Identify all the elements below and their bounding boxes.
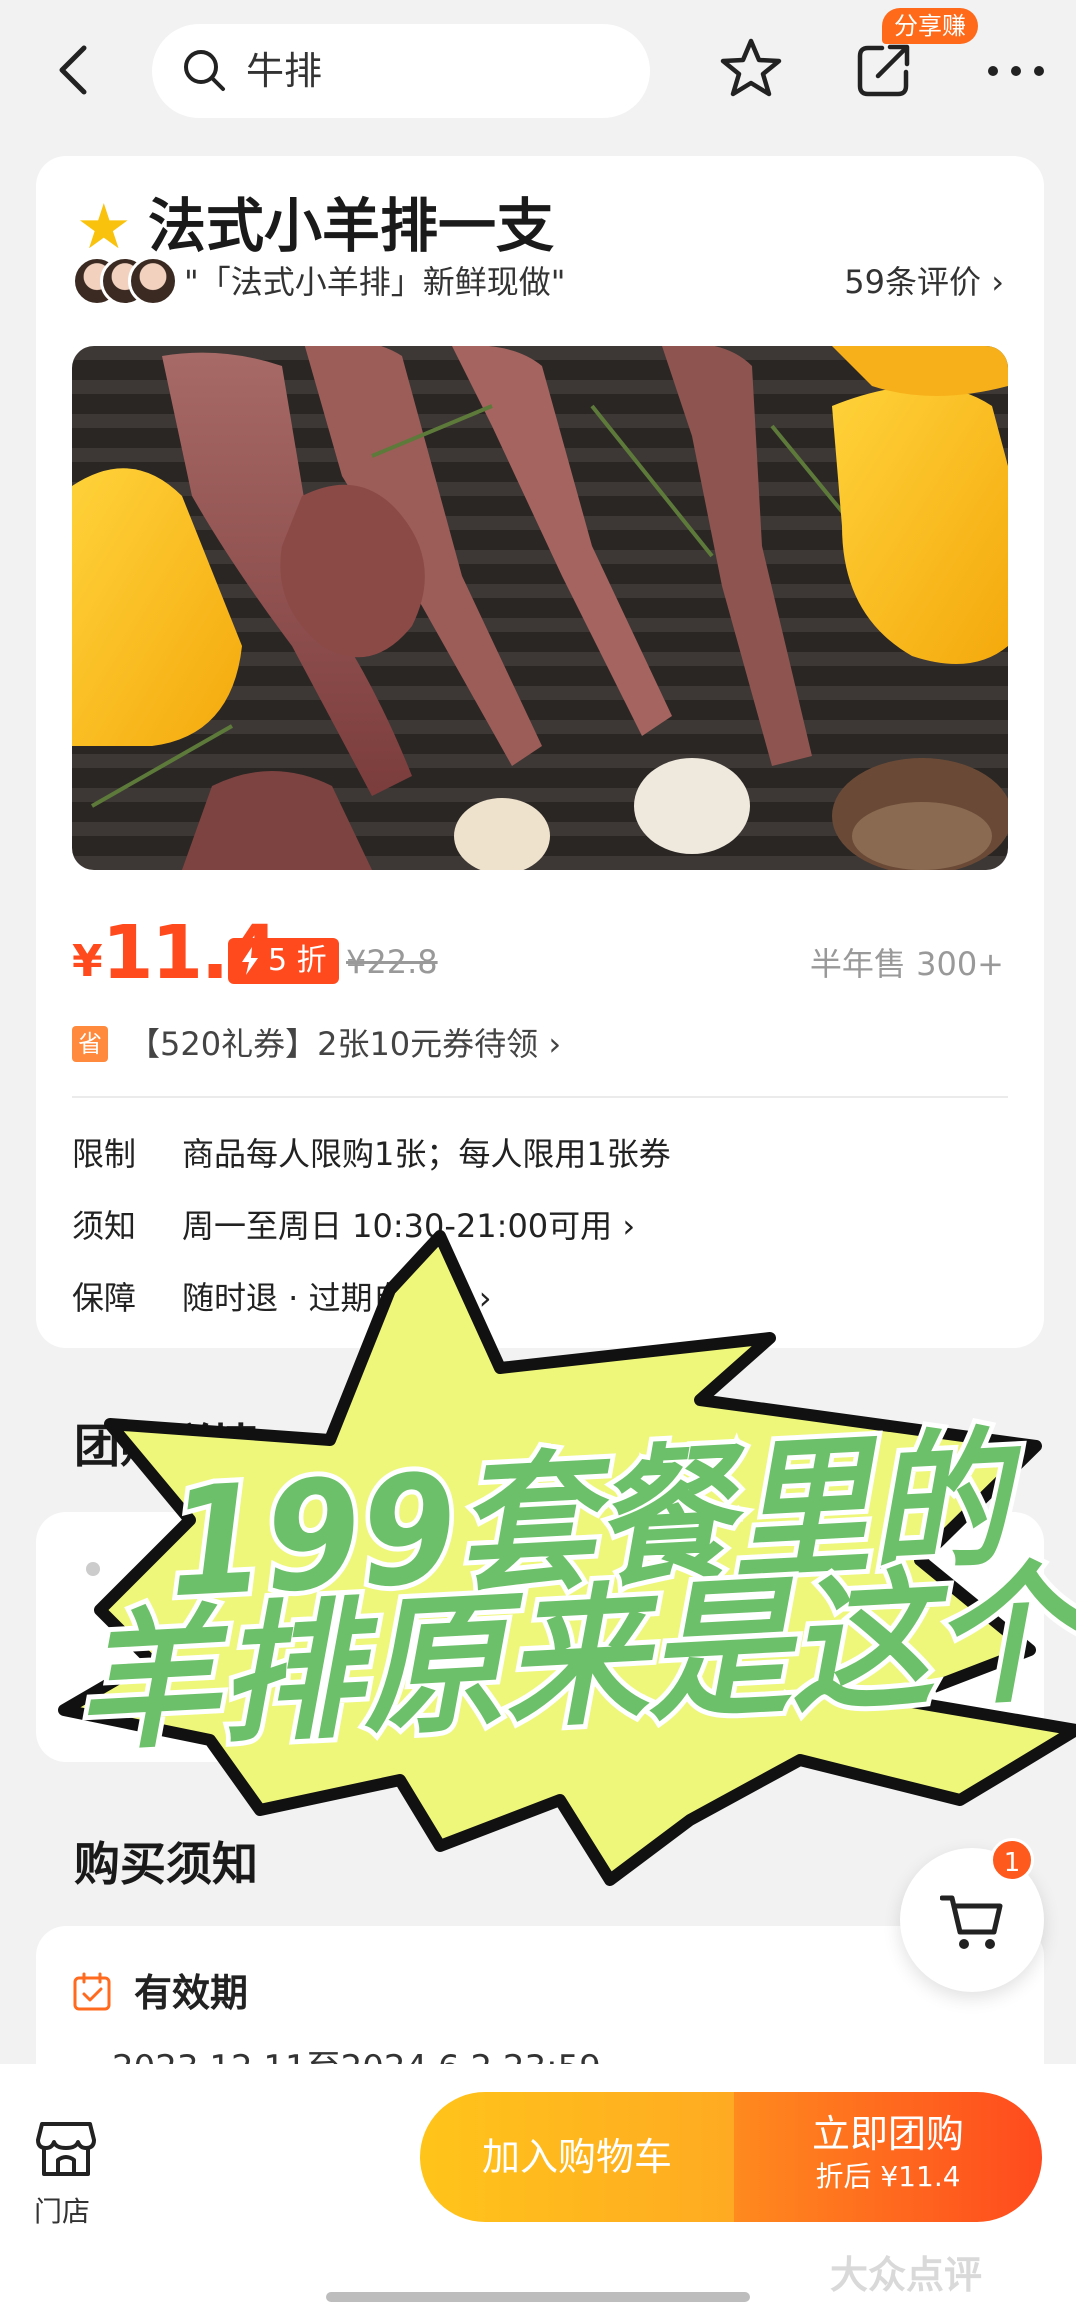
add-to-cart-button[interactable]: 加入购物车: [420, 2092, 734, 2222]
divider: [72, 1096, 1008, 1098]
rule-label-guarantee: 保障: [72, 1279, 137, 1317]
product-photo[interactable]: [72, 346, 1008, 870]
avatar: [128, 256, 178, 306]
buy-now-label: 立即团购: [811, 2112, 964, 2156]
notice-section-title: 购买须知: [74, 1837, 258, 1891]
package-card: [36, 1512, 1044, 1762]
buy-now-button[interactable]: 立即团购 折后 ¥11.4: [734, 2092, 1042, 2222]
down-arrow-icon: [242, 947, 258, 975]
rule-value-limit: 商品每人限购1张；每人限用1张券: [182, 1135, 671, 1173]
product-card: ★ 法式小羊排一支 "「法式小羊排」新鲜现做" 59条评价 › ¥ 11.4 5…: [36, 156, 1044, 1348]
calendar-icon: [73, 1972, 111, 2011]
more-icon[interactable]: [986, 64, 1046, 78]
buy-now-price: 折后 ¥11.4: [815, 2160, 961, 2193]
watermark-text: 大众点评: [830, 2253, 983, 2297]
home-indicator[interactable]: [326, 2292, 750, 2302]
discount-badge: 5 折: [228, 938, 339, 984]
coupon-link[interactable]: 【520礼券】2张10元券待领 ›: [128, 1020, 561, 1068]
bullet-dot: [86, 1562, 100, 1576]
sold-count: 半年售 300+: [809, 945, 1004, 983]
title-star-icon: ★: [76, 190, 132, 263]
favorite-star-icon[interactable]: [718, 36, 784, 102]
share-icon[interactable]: [852, 38, 916, 102]
top-bar: 牛排 分享赚: [0, 0, 1076, 150]
price-currency: ¥: [72, 936, 103, 987]
reviews-link[interactable]: 59条评价 ›: [844, 260, 1004, 304]
search-query: 牛排: [246, 49, 323, 93]
package-section-title: 团购详情: [74, 1419, 258, 1473]
bottom-bar: 门店 加入购物车 立即团购 折后 ¥11.4 大众点评: [0, 2064, 1076, 2308]
rule-label-notice: 须知: [72, 1207, 137, 1245]
search-input[interactable]: 牛排: [152, 24, 650, 118]
back-icon[interactable]: [52, 42, 96, 98]
product-title: 法式小羊排一支: [148, 192, 555, 260]
rule-value-notice[interactable]: 周一至周日 10:30-21:00可用 ›: [182, 1202, 635, 1250]
cart-icon: [940, 1895, 1003, 1949]
coupon-save-icon: 省: [72, 1026, 108, 1062]
share-earn-badge[interactable]: 分享赚: [882, 8, 978, 44]
store-label[interactable]: 门店: [34, 2192, 90, 2232]
cart-count-badge: 1: [990, 1838, 1034, 1882]
rule-label-limit: 限制: [72, 1135, 137, 1173]
original-price: ¥22.8: [346, 943, 438, 981]
review-quote: "「法式小羊排」新鲜现做": [184, 263, 566, 301]
reviewer-avatars[interactable]: [72, 256, 182, 308]
validity-label: 有效期: [134, 1971, 249, 2015]
rule-value-guarantee[interactable]: 随时退 · 过期自动退 ›: [182, 1274, 492, 1322]
search-icon: [184, 50, 225, 91]
store-icon[interactable]: [36, 2120, 96, 2178]
discount-label: 5 折: [268, 943, 327, 978]
